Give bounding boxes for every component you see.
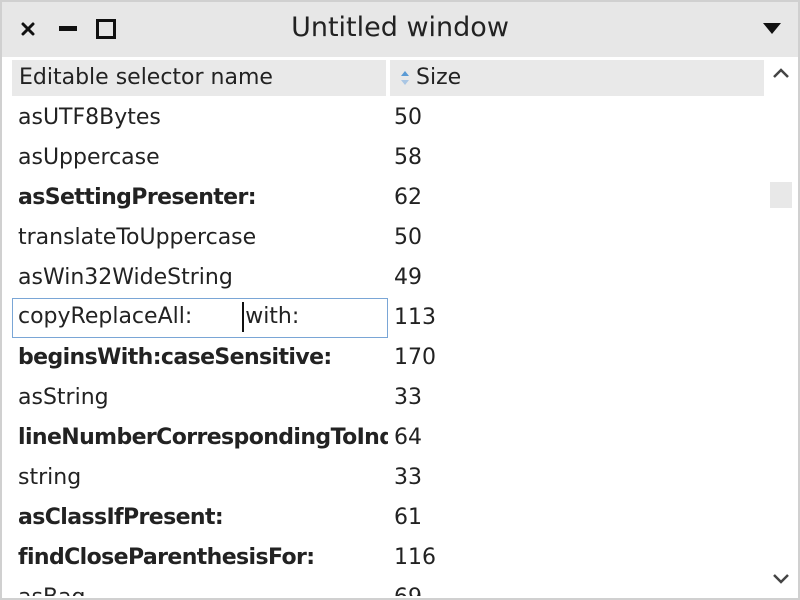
title-bar[interactable]: Untitled window: [2, 2, 798, 57]
table-row[interactable]: string 33: [12, 458, 764, 498]
selector-name-cell[interactable]: asClassIfPresent:: [12, 498, 388, 538]
column-header-name-label: Editable selector name: [19, 65, 273, 90]
table-row[interactable]: asClassIfPresent: 61: [12, 498, 764, 538]
selector-name-cell[interactable]: asBag: [12, 578, 388, 596]
size-cell: 64: [394, 425, 422, 450]
scroll-down-arrow-icon[interactable]: [766, 566, 796, 592]
size-cell: 170: [394, 345, 436, 370]
size-cell: 113: [394, 305, 436, 330]
selector-name-cell[interactable]: beginsWith:caseSensitive:: [12, 338, 388, 378]
size-cell: 33: [394, 385, 422, 410]
table-header: Editable selector name Size: [12, 58, 764, 98]
text-caret: [242, 302, 245, 332]
table-row[interactable]: asUTF8Bytes 50: [12, 98, 764, 138]
selector-name-cell[interactable]: asUppercase: [12, 138, 388, 178]
table-row[interactable]: findCloseParenthesisFor: 116: [12, 538, 764, 578]
table-row[interactable]: asSettingPresenter: 62: [12, 178, 764, 218]
size-cell: 58: [394, 145, 422, 170]
selector-name-cell[interactable]: asUTF8Bytes: [12, 98, 388, 138]
size-cell: 33: [394, 465, 422, 490]
table-body: asUTF8Bytes 50 asUppercase 58 asSettingP…: [12, 98, 764, 596]
selector-name-cell[interactable]: string: [12, 458, 388, 498]
scroll-track[interactable]: [768, 88, 794, 588]
edit-text-before-caret: copyReplaceAll:: [18, 304, 242, 329]
vertical-scrollbar[interactable]: [766, 58, 796, 596]
size-cell: 50: [394, 225, 422, 250]
edit-text-after-caret: with:: [245, 304, 300, 329]
sort-updown-icon: [401, 71, 409, 85]
table-row[interactable]: lineNumberCorrespondingToIndex: 64: [12, 418, 764, 458]
table-row[interactable]: asString 33: [12, 378, 764, 418]
menu-triangle-icon[interactable]: [762, 20, 782, 40]
selector-name-cell[interactable]: findCloseParenthesisFor:: [12, 538, 388, 578]
selector-name-cell[interactable]: asSettingPresenter:: [12, 178, 388, 218]
size-cell: 61: [394, 505, 422, 530]
size-cell: 69: [394, 578, 422, 596]
table-row[interactable]: asUppercase 58: [12, 138, 764, 178]
selector-table: Editable selector name Size asUTF8Bytes …: [12, 58, 764, 596]
table-row[interactable]: asBag 69: [12, 578, 764, 596]
size-cell: 62: [394, 185, 422, 210]
column-header-size-label: Size: [416, 65, 462, 90]
selector-name-cell[interactable]: lineNumberCorrespondingToIndex:: [12, 418, 388, 458]
size-cell: 49: [394, 265, 422, 290]
scroll-up-arrow-icon[interactable]: [766, 60, 796, 86]
table-row[interactable]: beginsWith:caseSensitive: 170: [12, 338, 764, 378]
column-header-name[interactable]: Editable selector name: [12, 60, 386, 96]
size-cell: 116: [394, 545, 436, 570]
table-row[interactable]: asWin32WideString 49: [12, 258, 764, 298]
scroll-thumb[interactable]: [770, 182, 792, 208]
size-cell: 50: [394, 105, 422, 130]
window-title: Untitled window: [291, 12, 509, 43]
selector-name-cell[interactable]: asString: [12, 378, 388, 418]
window: Untitled window Editable selector name S…: [0, 0, 800, 600]
selector-name-cell[interactable]: translateToUppercase: [12, 218, 388, 258]
selector-name-edit-field[interactable]: copyReplaceAll: with:: [12, 298, 388, 338]
table-row-editing[interactable]: copyReplaceAll: with: 113: [12, 298, 764, 338]
table-row[interactable]: translateToUppercase 50: [12, 218, 764, 258]
column-header-size[interactable]: Size: [390, 60, 764, 96]
selector-name-cell[interactable]: asWin32WideString: [12, 258, 388, 298]
